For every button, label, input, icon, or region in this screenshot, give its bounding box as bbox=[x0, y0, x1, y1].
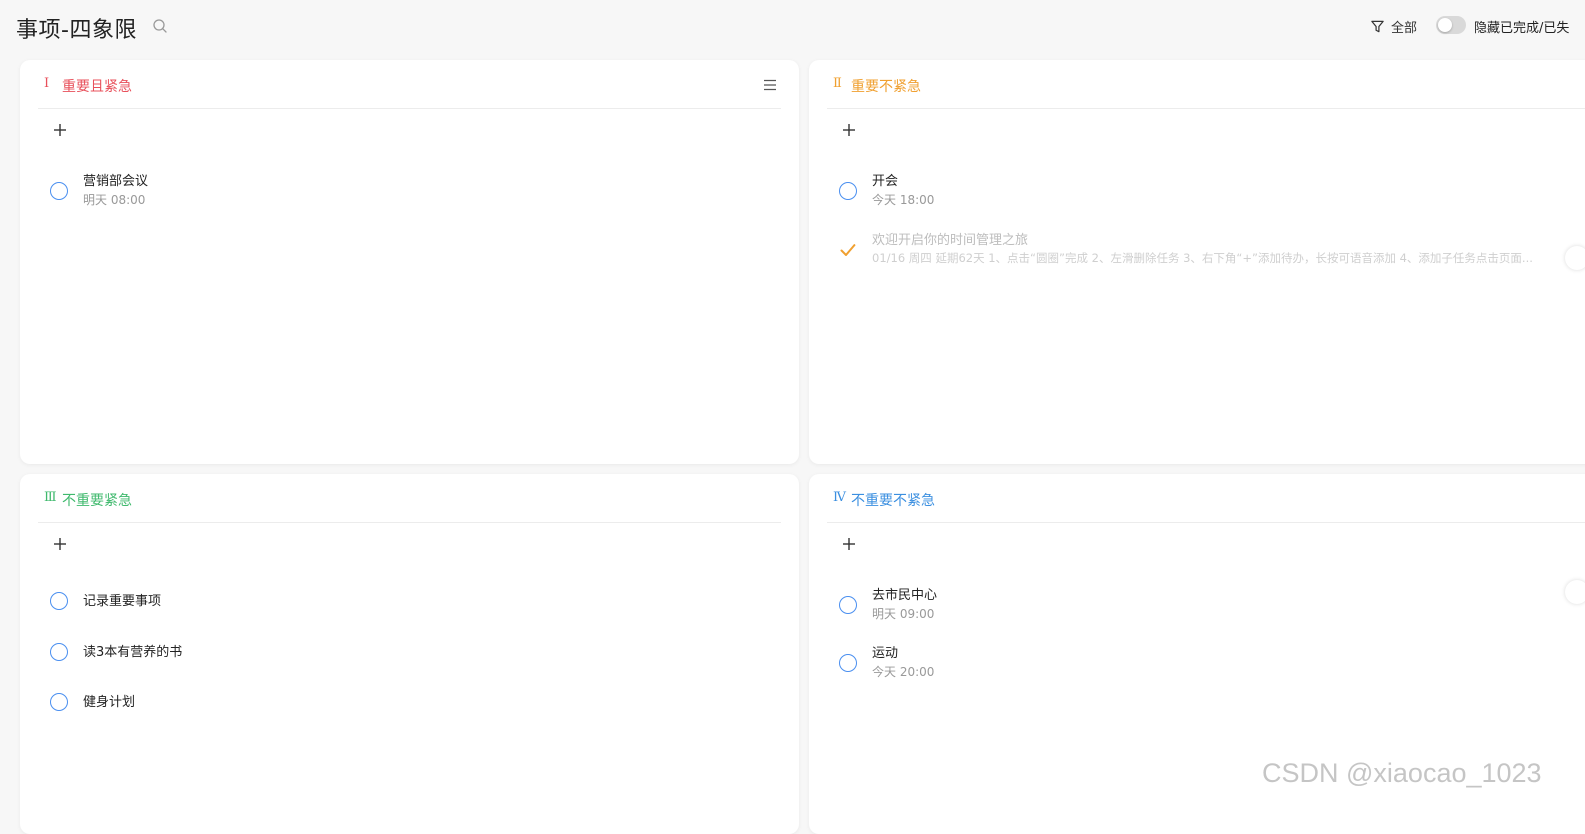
quadrant-important-not-urgent: Ⅱ 重要不紧急 开会 今天 18:00 欢迎开启你的时间管理之旅 01/16 周… bbox=[809, 60, 1585, 464]
quadrant-header: Ⅲ 不重要紧急 bbox=[38, 474, 781, 523]
hide-completed-toggle[interactable] bbox=[1436, 16, 1466, 34]
task-name: 去市民中心 bbox=[872, 588, 938, 603]
search-icon[interactable] bbox=[152, 18, 168, 34]
quadrant-title: 重要且紧急 bbox=[62, 79, 132, 95]
quadrant-not-important-urgent: Ⅲ 不重要紧急 记录重要事项 读3本有营养的书 健身计划 bbox=[20, 474, 799, 834]
task-note: 01/16 周四 延期62天 1、点击“圆圈”完成 2、左滑删除任务 3、右下角… bbox=[872, 251, 1533, 265]
quadrant-numeral: Ⅳ bbox=[833, 490, 846, 505]
quadrant-numeral: Ⅲ bbox=[44, 490, 57, 505]
page-title: 事项-四象限 bbox=[16, 18, 137, 43]
task-time: 明天 08:00 bbox=[83, 193, 146, 207]
task-name: 运动 bbox=[872, 646, 899, 661]
task-time: 今天 18:00 bbox=[872, 193, 935, 207]
task-item[interactable]: 去市民中心 明天 09:00 bbox=[837, 584, 1585, 624]
quadrant-header: Ⅱ 重要不紧急 bbox=[827, 60, 1585, 109]
add-task-button[interactable] bbox=[52, 122, 68, 138]
task-item[interactable]: 营销部会议 明天 08:00 bbox=[48, 170, 799, 210]
add-task-button[interactable] bbox=[841, 536, 857, 552]
filter-button[interactable]: 全部 bbox=[1370, 16, 1417, 36]
scroll-handle[interactable] bbox=[1565, 246, 1585, 270]
quadrant-numeral: Ⅰ bbox=[44, 76, 50, 91]
task-name: 营销部会议 bbox=[83, 174, 149, 189]
task-checkbox[interactable] bbox=[50, 693, 68, 711]
check-icon[interactable] bbox=[839, 241, 857, 259]
task-time: 今天 20:00 bbox=[872, 665, 935, 679]
scroll-handle[interactable] bbox=[1565, 580, 1585, 604]
task-checkbox[interactable] bbox=[839, 182, 857, 200]
task-item-completed[interactable]: 欢迎开启你的时间管理之旅 01/16 周四 延期62天 1、点击“圆圈”完成 2… bbox=[837, 229, 1585, 269]
task-time: 明天 09:00 bbox=[872, 607, 935, 621]
top-bar: 事项-四象限 全部 隐藏已完成/已失 bbox=[0, 0, 1585, 56]
quadrant-title: 重要不紧急 bbox=[851, 79, 921, 95]
task-checkbox[interactable] bbox=[839, 654, 857, 672]
add-task-button[interactable] bbox=[52, 536, 68, 552]
menu-icon[interactable] bbox=[763, 79, 777, 91]
task-name: 开会 bbox=[872, 174, 899, 189]
task-name: 读3本有营养的书 bbox=[83, 645, 183, 660]
quadrant-header: Ⅰ 重要且紧急 bbox=[38, 60, 781, 109]
quadrant-header: Ⅳ 不重要不紧急 bbox=[827, 474, 1585, 523]
hide-completed-label: 隐藏已完成/已失 bbox=[1474, 21, 1570, 36]
task-checkbox[interactable] bbox=[50, 643, 68, 661]
task-item[interactable]: 健身计划 bbox=[48, 687, 799, 727]
watermark: CSDN @xiaocao_1023 bbox=[1262, 758, 1542, 788]
task-name: 记录重要事项 bbox=[83, 594, 162, 609]
quadrant-important-urgent: Ⅰ 重要且紧急 营销部会议 明天 08:00 bbox=[20, 60, 799, 464]
toggle-knob bbox=[1438, 18, 1452, 32]
quadrant-title: 不重要不紧急 bbox=[851, 493, 935, 509]
task-name: 健身计划 bbox=[83, 695, 136, 710]
quadrant-title: 不重要紧急 bbox=[62, 493, 132, 509]
filter-label: 全部 bbox=[1391, 20, 1418, 36]
filter-icon bbox=[1371, 20, 1384, 32]
task-item[interactable]: 开会 今天 18:00 bbox=[837, 170, 1585, 210]
task-checkbox[interactable] bbox=[50, 592, 68, 610]
task-checkbox[interactable] bbox=[839, 596, 857, 614]
task-name: 欢迎开启你的时间管理之旅 bbox=[872, 233, 1029, 248]
add-task-button[interactable] bbox=[841, 122, 857, 138]
task-item[interactable]: 记录重要事项 bbox=[48, 586, 799, 626]
task-item[interactable]: 读3本有营养的书 bbox=[48, 637, 799, 677]
task-item[interactable]: 运动 今天 20:00 bbox=[837, 642, 1585, 682]
quadrant-numeral: Ⅱ bbox=[833, 76, 842, 91]
task-checkbox[interactable] bbox=[50, 182, 68, 200]
